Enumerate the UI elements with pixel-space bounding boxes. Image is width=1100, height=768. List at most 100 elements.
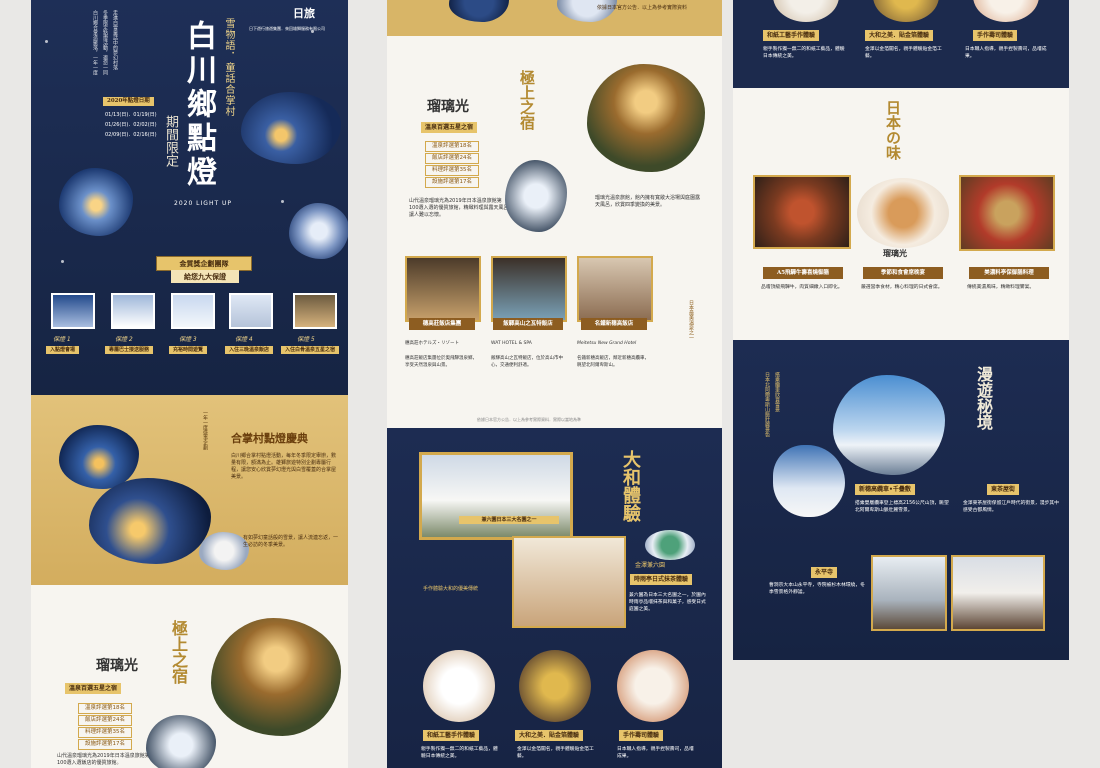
snowflake xyxy=(281,200,284,203)
hotel-body-2: 瑠璃光溫泉旅館，館內擁有寬敞大浴場與庭園露天風呂，欣賞四季變換的美景。 xyxy=(595,195,701,208)
award-sub: 給您九大保證 xyxy=(171,270,239,283)
footer-note: 依據日本官方公告．以上為參考實際資料．實際以當地為準 xyxy=(477,417,581,422)
intro-vertical-3: 走進白雪童話中的夢幻村落 xyxy=(112,10,118,70)
craft-title-washi: 和紙工藝手作體驗 xyxy=(763,30,820,41)
festival-body: 白川鄉合掌村點燈活動，每年冬季限定舉辦，數量有限，額滿為止。雄獅旅遊特別企劃專屬… xyxy=(231,453,337,480)
hotel-tag: 溫泉百選五星之宿 xyxy=(421,122,478,133)
craft-title-sushi: 手作壽司體驗 xyxy=(619,730,664,741)
intro-vertical-2: 冬季限定點燈活動，邀您一同 xyxy=(102,10,108,75)
hotel-rank-3: 料理評選第35名 xyxy=(78,727,132,738)
cuisine-heading: 日本の味 xyxy=(884,100,902,160)
sightseeing-vertical-1: 日本北阿爾卑斯山脈壯麗景色 xyxy=(764,372,770,437)
hotel-photo-meitetsu xyxy=(577,256,653,322)
brand-subtitle: 日下遊行旅遊集團．來回雄獅服務有限公司 xyxy=(249,26,325,31)
guarantee-title-2: 專屬巴士接送服務 xyxy=(105,346,154,354)
hotel-heading: 極上之宿 xyxy=(169,620,188,684)
hotel-brand-meitetsu: Meitetsu New Grand Hotel xyxy=(577,341,637,346)
craft-body-sushi: 日本職人指導，親手捏製壽司，品嚐成果。 xyxy=(617,747,694,759)
hotel-body: 山代溫泉瑠璃光為2019年日本溫泉旅館第100選入選飯店的優質旅館。 xyxy=(57,753,150,766)
hotel-logo: 瑠璃光 xyxy=(427,99,469,115)
gold-caption: 依據日本官方公告．以上為參考實際資料 xyxy=(597,5,688,11)
festival-heading: 合掌村點燈慶典 xyxy=(231,432,308,445)
hotel-photo-garden xyxy=(146,715,216,768)
craft-body-washi: 親手製作獨一無二的和紙工藝品，體驗日本傳統之美。 xyxy=(763,47,845,59)
higashi-photo xyxy=(951,555,1045,631)
award-banner: 金質獎企劃團隊 xyxy=(156,256,252,271)
kenrokuen-body: 兼六園為日本三大名園之一，於園內時雨亭品嚐抹茶與和菓子，感受日式庭園之美。 xyxy=(629,593,706,612)
eiheiji-tag: 永平寺 xyxy=(811,567,838,578)
hotel-body: 山代溫泉瑠璃光為2019年日本溫泉旅館第100選入選的優質旅館，精緻料理與露天風… xyxy=(409,198,509,218)
snowflake xyxy=(61,260,64,263)
eiheiji-body: 曹洞宗大本山永平寺，寺院被杉木林環繞，冬季雪景格外靜謐。 xyxy=(769,583,865,595)
hero-photo-snow-village xyxy=(289,203,348,259)
hotel-photo-onsen xyxy=(587,64,705,172)
dish-title-kaiseki: 季節和食會席晚宴 xyxy=(863,267,943,279)
hero-title-top: 雪物語．童話合掌村 xyxy=(223,18,234,117)
panel-shirakawa-intro: 日旅 日下遊行旅遊集團．來回雄獅服務有限公司 白川鄉合掌造聚落，一年一度 冬季限… xyxy=(31,0,348,768)
ropeway-photo-2 xyxy=(773,445,845,517)
hero-title: 白川鄉點燈 xyxy=(181,20,216,190)
tea-room-photo xyxy=(512,536,626,628)
dish-body-beef: 品嚐頂級飛驒牛，肉質細嫩入口即化。 xyxy=(761,285,843,290)
light-up-label: 2020 LIGHT UP xyxy=(174,200,233,207)
date-1: 01/13(日)．01/19(日) xyxy=(105,112,157,118)
hotel-text-hodaka: 穗高莊飯店集團位於奧飛驒溫泉鄉，享受天然溫泉與山景。 xyxy=(405,356,477,368)
hotel-photo-wat xyxy=(491,256,567,322)
hotel-rank-4: 設施評選第17名 xyxy=(78,739,132,750)
craft-title-sushi: 手作壽司體驗 xyxy=(973,30,1018,41)
dish-title-beef: A5飛驒牛壽喜燒御膳 xyxy=(763,267,843,279)
hotel-heading: 極上之宿 xyxy=(518,70,536,130)
date-2: 01/26(日)．02/02(日) xyxy=(105,122,157,128)
experience-heading: 大和體驗 xyxy=(620,450,641,522)
guarantee-label-2: 保證 2 xyxy=(115,336,133,343)
guarantee-photo-3 xyxy=(171,293,215,329)
hotel-photo-hodaka xyxy=(405,256,481,322)
festival-vertical: 一年一度盛事企劃 xyxy=(202,410,208,450)
matcha-photo xyxy=(645,530,695,560)
guarantee-title-4: 入住三晚溫泉飯店 xyxy=(225,346,274,354)
hotel-rank-2: 飯店評選第24名 xyxy=(425,153,479,164)
festival-photo-2 xyxy=(89,478,211,564)
higashi-tag: 東茶屋街 xyxy=(987,484,1020,495)
festival-body-2: 有如夢幻童話般的雪景，讓人流連忘返，一生必訪的冬季美景。 xyxy=(243,535,339,548)
hotel-rank-3: 料理評選第35名 xyxy=(425,165,479,176)
dish-body-mino: 傳統美濃風味，精緻料理饗宴。 xyxy=(967,285,1035,290)
guarantee-photo-5 xyxy=(293,293,337,329)
brand-logo: 日旅 xyxy=(293,7,315,20)
guarantee-label-3: 保證 3 xyxy=(179,336,197,343)
sightseeing-vertical-2: 搭乘纜車欣賞雪景 xyxy=(774,372,780,412)
craft-body-sushi: 日本職人指導，親手捏製壽司，品嚐成果。 xyxy=(965,47,1047,59)
kenrokuen-caption: 兼六園日本三大名園之一 xyxy=(459,516,559,524)
hotel-tag: 溫泉百選五星之宿 xyxy=(65,683,122,694)
guarantee-label-1: 保證 1 xyxy=(53,336,71,343)
hero-photo-gassho-house xyxy=(59,168,133,236)
hotel-photo-onsen xyxy=(211,618,341,736)
panel-hotels-experience: 依據日本官方公告．以上為參考實際資料 瑠璃光 溫泉百選五星之宿 極上之宿 溫泉評… xyxy=(387,0,722,768)
hotel-text-wat: 飯驛高山之瓦特飯店，位於高山市中心，交通便利舒適。 xyxy=(491,356,563,368)
higashi-body: 金澤東茶屋街保留江戶時代的街景，漫步其中感受古都風情。 xyxy=(963,501,1059,513)
hotel-rank-4: 設施評選第17名 xyxy=(425,177,479,188)
guarantee-title-5: 入住白骨溫泉五星之宿 xyxy=(281,346,340,354)
craft-photo-sushi xyxy=(617,650,689,722)
hotel-caption-hodaka: 穗高莊飯店集團 xyxy=(409,318,475,330)
guarantee-title-1: 入點燈會場 xyxy=(46,346,80,354)
hotel-photo-garden xyxy=(505,160,567,232)
festival-photo-1 xyxy=(59,425,139,489)
craft-body-gold-leaf: 金澤以金箔聞名，親手體驗貼金箔工藝。 xyxy=(865,47,942,59)
hotel-rank-2: 飯店評選第24名 xyxy=(78,715,132,726)
craft-title-gold-leaf: 大和之美．貼金箔體驗 xyxy=(515,730,584,741)
guarantee-photo-2 xyxy=(111,293,155,329)
ropeway-tag: 新穗高纜車•千疊敷 xyxy=(855,484,915,495)
ropeway-body: 搭乘雙層纜車登上標高2156公尺山頂，眺望北阿爾卑斯山脈壯麗雪景。 xyxy=(855,501,949,513)
dish-photo-mino xyxy=(959,175,1055,251)
hotel-brand-hodaka: 穗高莊ホテルズ・リゾート xyxy=(405,341,459,346)
tea-vertical-note: 手作體驗大和的優美傳統 xyxy=(423,586,479,592)
hotel-brand-wat: WAT HOTEL & SPA xyxy=(491,341,532,346)
intro-vertical-1: 白川鄉合掌造聚落，一年一度 xyxy=(92,10,98,75)
snowflake xyxy=(45,40,48,43)
craft-photo-washi xyxy=(423,650,495,722)
dish-photo-beef xyxy=(753,175,851,249)
craft-title-gold-leaf: 大和之美．貼金箔體驗 xyxy=(865,30,934,41)
guarantee-label-5: 保證 5 xyxy=(297,336,315,343)
hotel-logo: 瑠璃光 xyxy=(96,658,138,674)
